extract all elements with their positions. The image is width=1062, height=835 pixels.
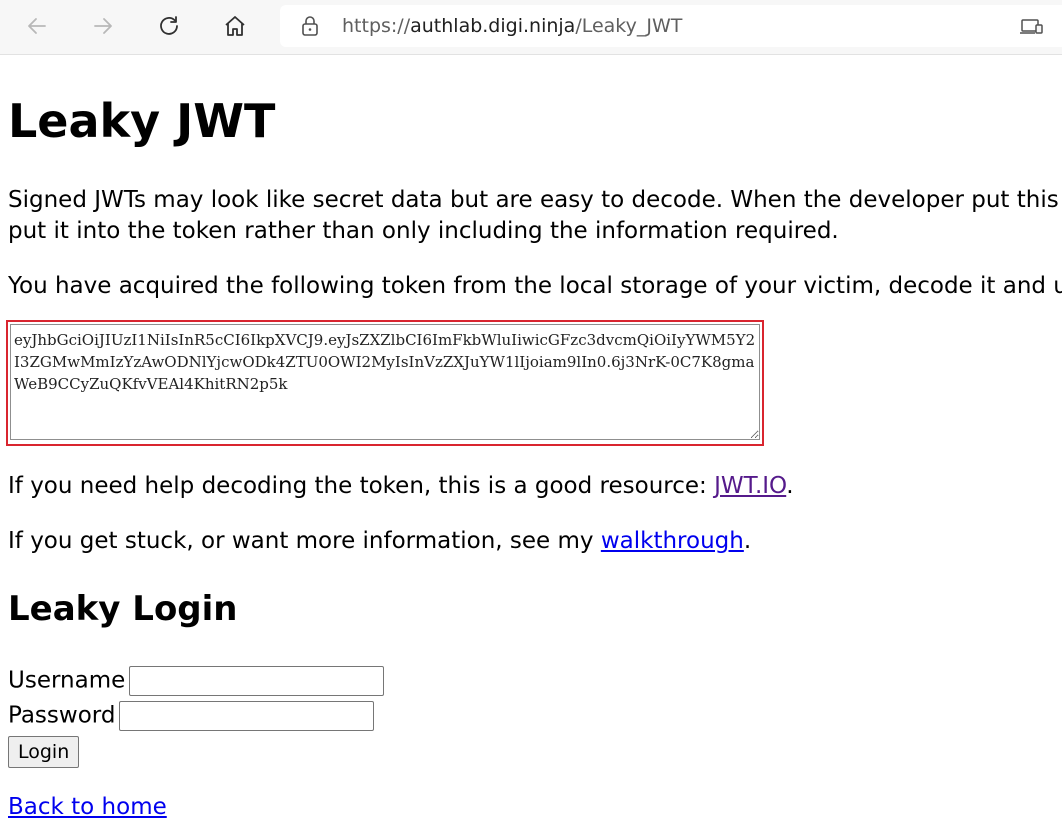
home-icon (225, 16, 245, 36)
intro-paragraph: Signed JWTs may look like secret data bu… (8, 185, 1059, 247)
back-button[interactable] (18, 7, 56, 45)
lock-icon[interactable] (300, 15, 320, 37)
refresh-button[interactable] (150, 7, 188, 45)
intro-line-1: Signed JWTs may look like secret data bu… (8, 187, 1059, 213)
token-textarea[interactable]: eyJhbGciOiJIUzI1NiIsInR5cCI6IkpXVCJ9.eyJ… (10, 324, 760, 440)
username-input[interactable] (129, 666, 385, 696)
url-scheme: https:// (342, 15, 411, 37)
address-bar[interactable]: https://authlab.digi.ninja/Leaky_JWT (280, 5, 1062, 47)
walkthrough-link[interactable]: walkthrough (601, 528, 744, 554)
stuck-paragraph: If you get stuck, or want more informati… (8, 526, 751, 557)
help-text: If you need help decoding the token, thi… (8, 473, 715, 499)
password-input[interactable] (119, 701, 375, 731)
login-button[interactable]: Login (8, 736, 80, 768)
password-row: Password (8, 701, 375, 731)
stuck-text: If you get stuck, or want more informati… (8, 528, 601, 554)
read-aloud-icon[interactable] (1020, 17, 1044, 35)
help-paragraph: If you need help decoding the token, thi… (8, 471, 794, 502)
url-path: /Leaky_JWT (575, 15, 683, 37)
password-label: Password (8, 702, 116, 729)
browser-toolbar: https://authlab.digi.ninja/Leaky_JWT (0, 0, 1062, 55)
arrow-right-icon (94, 18, 112, 34)
back-to-home-link[interactable]: Back to home (8, 792, 167, 823)
acquired-paragraph: You have acquired the following token fr… (8, 273, 1062, 299)
jwt-io-link[interactable]: JWT.IO (714, 473, 786, 499)
login-heading: Leaky Login (8, 589, 238, 629)
help-suffix: . (786, 473, 794, 499)
token-highlight-box: eyJhbGciOiJIUzI1NiIsInR5cCI6IkpXVCJ9.eyJ… (6, 320, 764, 446)
intro-line-2: put it into the token rather than only i… (8, 218, 839, 244)
url-text[interactable]: https://authlab.digi.ninja/Leaky_JWT (342, 15, 682, 37)
home-button[interactable] (216, 7, 254, 45)
page-title: Leaky JWT (8, 94, 276, 148)
forward-button[interactable] (84, 7, 122, 45)
stuck-suffix: . (743, 528, 752, 554)
refresh-icon (160, 16, 178, 35)
arrow-left-icon (28, 18, 46, 34)
username-label: Username (8, 667, 126, 694)
username-row: Username (8, 666, 385, 696)
url-host: authlab.digi.ninja (410, 15, 576, 37)
